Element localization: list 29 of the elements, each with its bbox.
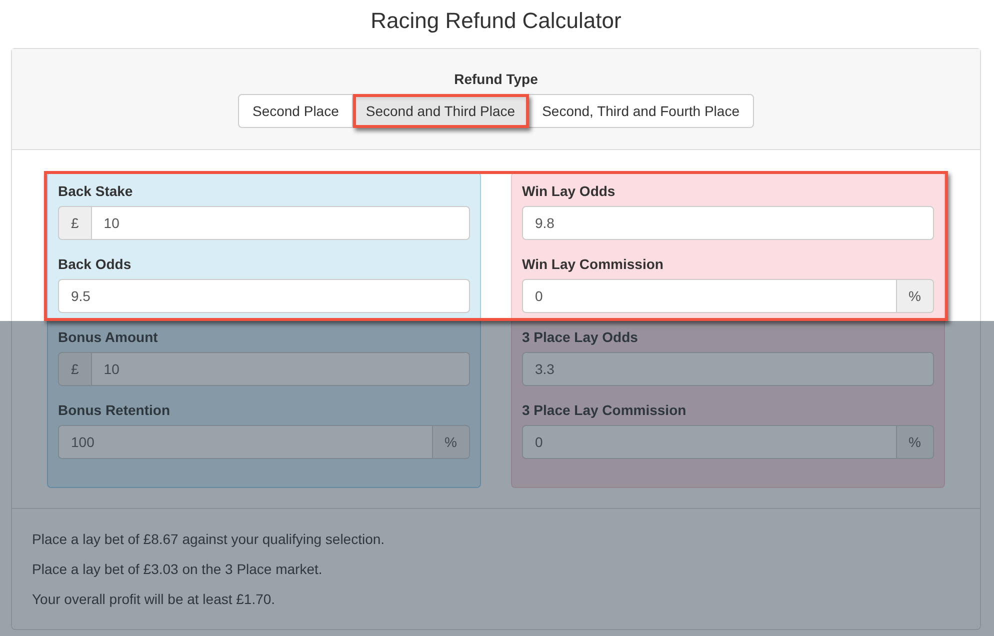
refund-type-option[interactable]: Second Place bbox=[238, 94, 353, 128]
field-label: Bonus Retention bbox=[58, 402, 171, 418]
field-label: Back Stake bbox=[58, 183, 134, 199]
unit-addon: £ bbox=[58, 352, 91, 386]
input-field[interactable]: 10 bbox=[90, 206, 470, 240]
unit-addon: % bbox=[896, 279, 934, 313]
refund-type-option[interactable]: Second, Third and Fourth Place bbox=[529, 94, 754, 128]
unit-addon: % bbox=[432, 425, 470, 459]
input-field[interactable]: 9.8 bbox=[522, 206, 934, 240]
input-field[interactable]: 9.5 bbox=[58, 279, 470, 313]
input-field[interactable]: 0 bbox=[522, 425, 897, 459]
field-label: Back Odds bbox=[58, 256, 132, 272]
input-field[interactable]: 3.3 bbox=[522, 352, 934, 386]
field-label: Bonus Amount bbox=[58, 329, 159, 345]
input-field[interactable]: 10 bbox=[90, 352, 470, 386]
input-field[interactable]: 0 bbox=[522, 279, 897, 313]
unit-addon: £ bbox=[58, 206, 91, 240]
result-text: Place a lay bet of £3.03 on the 3 Place market. bbox=[32, 561, 324, 577]
field-label: Win Lay Odds bbox=[522, 183, 616, 199]
field-label: 3 Place Lay Commission bbox=[522, 402, 688, 418]
field-label: 3 Place Lay Odds bbox=[522, 329, 639, 345]
refund-type-option[interactable]: Second and Third Place bbox=[352, 94, 530, 128]
unit-addon: % bbox=[896, 425, 934, 459]
field-label: Win Lay Commission bbox=[522, 256, 664, 272]
input-field[interactable]: 100 bbox=[58, 425, 433, 459]
result-text: Your overall profit will be at least £1.70. bbox=[32, 591, 276, 607]
refund-type-label: Refund Type bbox=[454, 71, 538, 87]
page-title: Racing Refund Calculator bbox=[370, 8, 622, 34]
result-text: Place a lay bet of £8.67 against your qualifying selection. bbox=[32, 531, 386, 547]
